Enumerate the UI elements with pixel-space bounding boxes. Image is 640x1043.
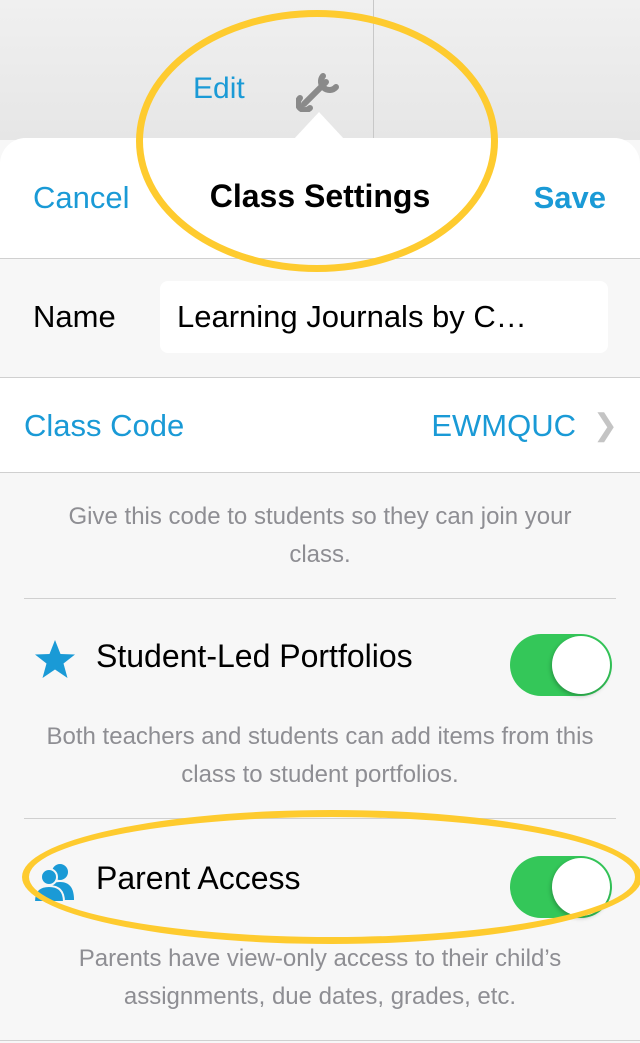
chevron-right-icon: ❯ xyxy=(592,409,618,442)
student-led-portfolios-toggle[interactable] xyxy=(510,634,612,696)
class-code-value: EWMQUC xyxy=(431,408,576,443)
student-led-portfolios-row: Student-Led Portfolios xyxy=(0,612,640,702)
save-button[interactable]: Save xyxy=(534,180,606,216)
edit-button[interactable]: Edit xyxy=(193,72,245,106)
class-settings-popover: Cancel Class Settings Save Name Learning… xyxy=(0,138,640,1043)
student-led-portfolios-note: Both teachers and students can add items… xyxy=(46,723,594,788)
navigation-bar: Cancel Class Settings Save xyxy=(0,138,640,259)
class-code-note: Give this code to students so they can j… xyxy=(68,503,572,568)
student-led-portfolios-label: Student-Led Portfolios xyxy=(96,638,413,674)
divider xyxy=(0,1040,640,1041)
parent-access-row: Parent Access xyxy=(0,834,640,924)
popover-arrow xyxy=(293,112,345,140)
toggle-knob xyxy=(552,858,610,916)
divider xyxy=(24,818,616,819)
name-input[interactable]: Learning Journals by C… xyxy=(160,281,608,353)
class-code-label: Class Code xyxy=(24,408,185,443)
background-toolbar: Edit xyxy=(0,0,640,140)
class-code-row[interactable]: Class Code EWMQUC ❯ xyxy=(0,378,640,473)
parent-access-toggle[interactable] xyxy=(510,856,612,918)
star-icon xyxy=(35,640,75,678)
parent-access-label: Parent Access xyxy=(96,860,301,896)
name-row: Name Learning Journals by C… xyxy=(0,259,640,378)
parents-icon xyxy=(32,864,74,902)
toolbar-divider xyxy=(373,0,374,140)
wrench-icon[interactable] xyxy=(296,68,344,112)
parent-access-note: Parents have view-only access to their c… xyxy=(78,945,562,1010)
name-label: Name xyxy=(33,299,116,334)
toggle-knob xyxy=(552,636,610,694)
divider xyxy=(24,598,616,599)
